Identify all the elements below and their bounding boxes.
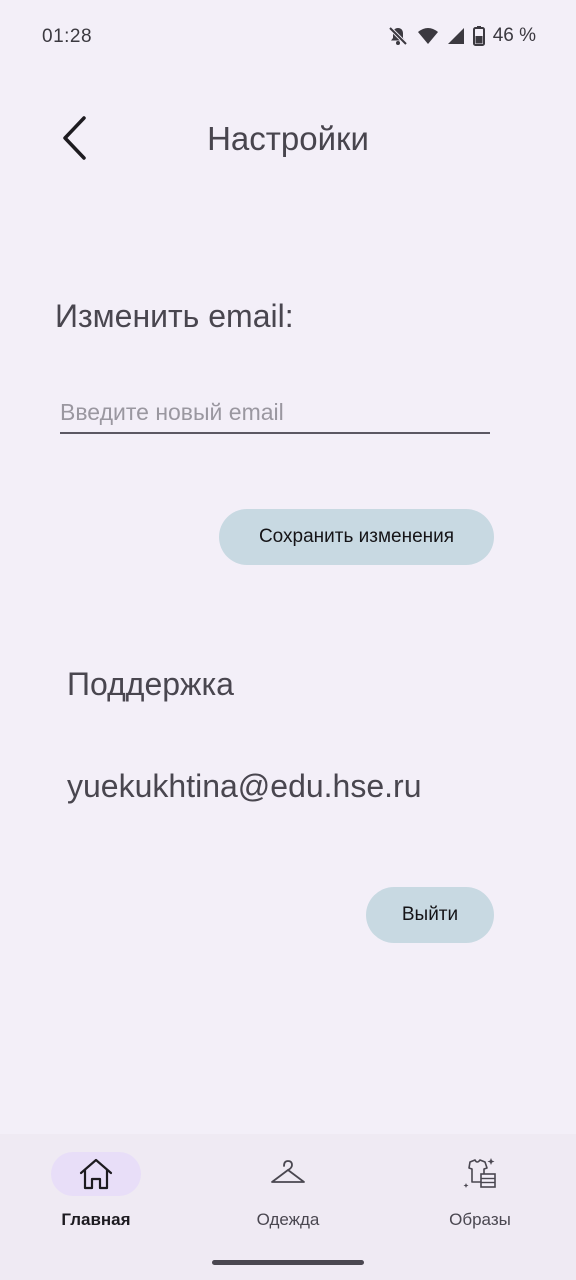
- page-title: Настройки: [207, 120, 369, 157]
- mute-icon: [387, 25, 409, 47]
- battery-percent: 46 %: [492, 25, 536, 46]
- home-icon: [79, 1158, 113, 1190]
- outfit-icon: [463, 1158, 496, 1188]
- support-email: yuekukhtina@edu.hse.ru: [67, 768, 422, 804]
- hanger-icon: [271, 1160, 305, 1183]
- change-email-label: Изменить email:: [55, 298, 294, 334]
- status-icons: 46 %: [387, 24, 536, 48]
- status-time: 01:28: [42, 26, 93, 47]
- save-changes-button[interactable]: Сохранить изменения: [219, 509, 494, 565]
- nav-label-home: Главная: [61, 1210, 131, 1229]
- battery-icon: [472, 26, 485, 46]
- status-bar: 01:28 46 %: [0, 0, 576, 72]
- nav-label-outfits: Образы: [449, 1210, 511, 1229]
- logout-button[interactable]: Выйти: [366, 887, 494, 943]
- bottom-nav: Главная Одежда Образы: [0, 1134, 576, 1280]
- gesture-handle[interactable]: [212, 1260, 364, 1265]
- nav-label-clothes: Одежда: [256, 1210, 320, 1229]
- nav-item-home[interactable]: Главная: [0, 1134, 192, 1244]
- signal-icon: [447, 27, 465, 45]
- support-heading: Поддержка: [67, 666, 234, 702]
- nav-item-clothes[interactable]: Одежда: [192, 1134, 384, 1244]
- wifi-icon: [417, 27, 439, 45]
- email-input[interactable]: [60, 392, 490, 434]
- nav-item-outfits[interactable]: Образы: [384, 1134, 576, 1244]
